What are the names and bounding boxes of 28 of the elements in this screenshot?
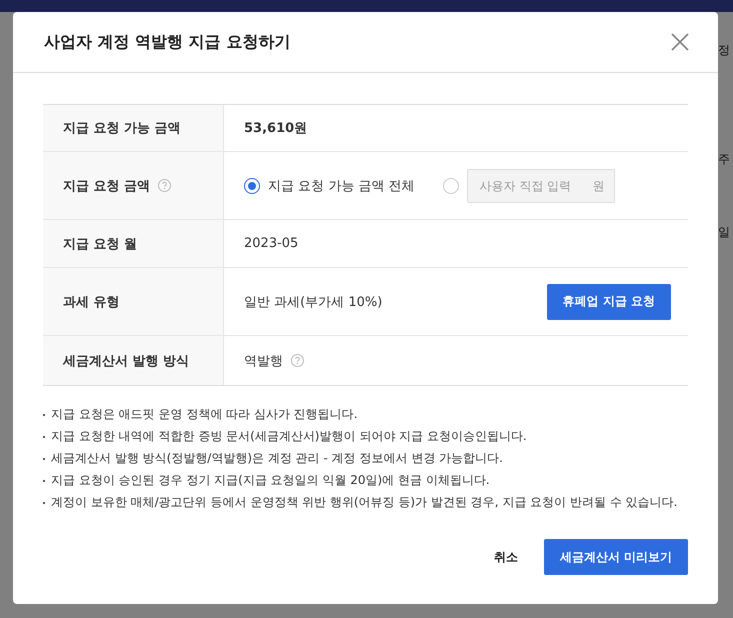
radio-button[interactable]	[244, 178, 260, 194]
background-text: 정	[718, 42, 730, 59]
row-label: 지급 요청 가능 금액	[63, 120, 181, 137]
row-value: 역발행	[244, 352, 283, 370]
cancel-button[interactable]: 취소	[482, 540, 530, 574]
close-button[interactable]	[670, 32, 690, 52]
notice-text: 지급 요청한 내역에 적합한 증빙 문서(세금계산서)발행이 되어야 지급 요청이승인됩니다.	[51, 428, 527, 445]
notice-text: 계정이 보유한 매체/광고단위 등에서 운영정책 위반 행위(어뷰징 등)가 발견된 경우, 지급 요청이 반려될 수 있습니다.	[51, 494, 678, 511]
background-text: 일	[718, 224, 730, 241]
row-value: 53,610원	[244, 120, 308, 137]
close-icon	[670, 32, 690, 52]
help-icon[interactable]	[158, 179, 172, 192]
row-value: 2023-05	[244, 236, 298, 251]
preview-button[interactable]: 세금계산서 미리보기	[544, 539, 688, 575]
row-label: 과세 유형	[63, 294, 120, 310]
dialog-title: 사업자 계정 역발행 지급 요청하기	[44, 32, 290, 52]
background-text: 주	[718, 151, 730, 168]
row-label: 지급 요청 금액	[63, 178, 150, 194]
notice-text: 지급 요청이 승인된 경우 정기 지급(지급 요청일의 익월 20일)에 현금 이체됩니다.	[51, 472, 490, 489]
notice-text: 지급 요청은 애드핏 운영 정책에 따라 심사가 진행됩니다.	[51, 406, 358, 423]
row-label: 지급 요청 월	[63, 236, 138, 252]
notice-text: 세금계산서 발행 방식(정발행/역발행)은 계정 관리 - 계정 정보에서 변경 가능합니다.	[51, 450, 503, 467]
row-value: 일반 과세(부가세 10%)	[244, 294, 382, 310]
unit-text: 원	[592, 178, 605, 194]
closure-request-button[interactable]: 휴폐업 지급 요청	[546, 284, 671, 320]
help-icon[interactable]	[291, 354, 304, 367]
row-label: 세금계산서 발행 방식	[63, 352, 190, 370]
radio-label[interactable]: 지급 요청 가능 금액 전체	[268, 176, 415, 194]
